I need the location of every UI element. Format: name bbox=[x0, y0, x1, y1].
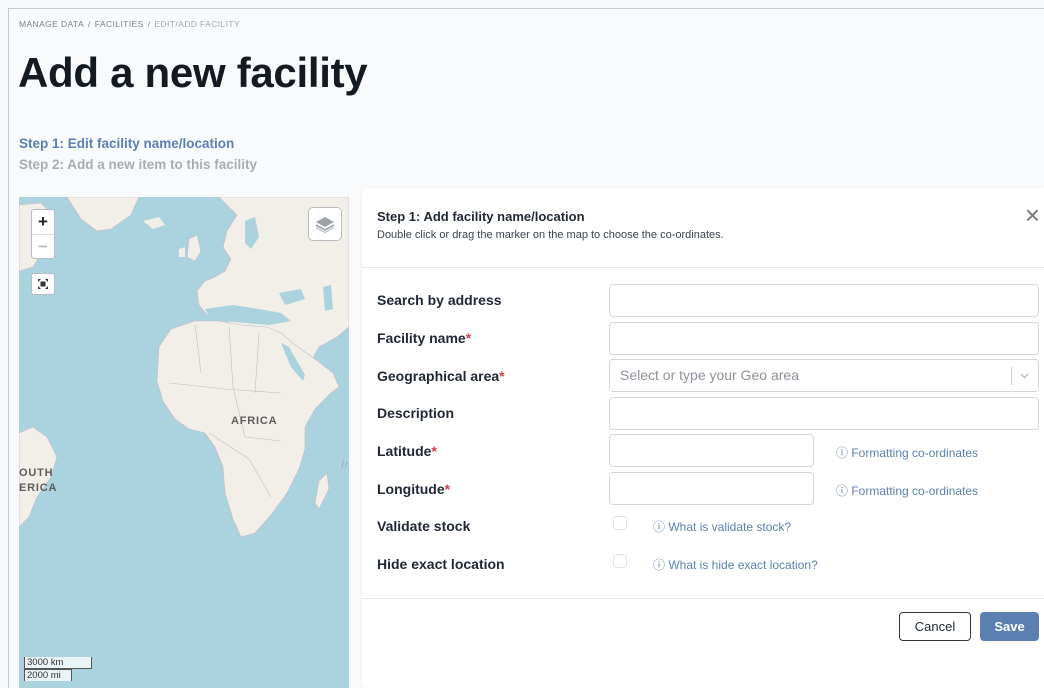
geo-area-label: Geographical area* bbox=[377, 368, 505, 384]
step-1-link[interactable]: Step 1: Edit facility name/location bbox=[19, 136, 234, 151]
longitude-label-text: Longitude bbox=[377, 481, 445, 497]
description-input[interactable] bbox=[609, 397, 1039, 430]
facility-map[interactable]: + − AFRICA OUTH ERICA In 3000 km 2000 mi bbox=[19, 197, 349, 688]
map-label-south-america-2: ERICA bbox=[19, 482, 58, 494]
breadcrumb-separator: / bbox=[147, 19, 151, 29]
validate-stock-checkbox[interactable] bbox=[613, 516, 627, 530]
breadcrumb-separator: / bbox=[88, 19, 91, 29]
panel-title: Step 1: Add facility name/location bbox=[377, 209, 585, 224]
zoom-out-button[interactable]: − bbox=[32, 234, 54, 258]
longitude-input[interactable] bbox=[609, 472, 814, 505]
facility-name-input[interactable] bbox=[609, 322, 1039, 355]
breadcrumb-current: EDIT/ADD FACILITY bbox=[154, 19, 241, 29]
scale-km: 3000 km bbox=[24, 657, 92, 669]
fullscreen-icon bbox=[38, 279, 48, 289]
page-title: Add a new facility bbox=[18, 49, 368, 96]
required-mark: * bbox=[465, 330, 472, 346]
breadcrumb-facilities[interactable]: FACILITIES bbox=[95, 19, 144, 29]
required-mark: * bbox=[431, 443, 437, 459]
search-address-label: Search by address bbox=[377, 292, 502, 308]
latitude-format-hint[interactable]: ⓘ Formatting co-ordinates bbox=[836, 444, 978, 461]
geo-area-select[interactable]: Select or type your Geo area bbox=[609, 359, 1039, 392]
search-address-input[interactable] bbox=[609, 284, 1039, 317]
map-label-south-america-1: OUTH bbox=[19, 467, 54, 479]
facility-name-label-text: Facility name bbox=[377, 330, 466, 346]
geo-area-label-text: Geographical area bbox=[377, 368, 500, 384]
chevron-down-icon[interactable] bbox=[1019, 370, 1030, 381]
select-separator bbox=[1011, 367, 1012, 385]
latitude-input[interactable] bbox=[609, 434, 814, 467]
close-icon[interactable]: × bbox=[1025, 202, 1040, 228]
breadcrumb: MANAGE DATA / FACILITIES / EDIT/ADD FACILITY bbox=[19, 19, 240, 29]
validate-stock-label: Validate stock bbox=[377, 518, 471, 534]
zoom-controls: + − bbox=[31, 209, 55, 259]
panel-header: Step 1: Add facility name/location Doubl… bbox=[362, 188, 1044, 268]
map-label-indian-ocean: In bbox=[341, 459, 349, 471]
hide-location-label: Hide exact location bbox=[377, 556, 505, 572]
map-label-africa: AFRICA bbox=[231, 415, 278, 427]
fit-bounds-button[interactable] bbox=[31, 273, 55, 295]
latitude-label: Latitude* bbox=[377, 443, 437, 459]
facility-form-panel: Step 1: Add facility name/location Doubl… bbox=[362, 188, 1044, 688]
hide-location-hint[interactable]: ⓘ What is hide exact location? bbox=[653, 556, 818, 573]
cancel-button[interactable]: Cancel bbox=[899, 612, 971, 641]
breadcrumb-manage-data[interactable]: MANAGE DATA bbox=[19, 19, 84, 29]
validate-stock-hint[interactable]: ⓘ What is validate stock? bbox=[653, 518, 791, 535]
layers-icon bbox=[315, 217, 335, 233]
layers-button[interactable] bbox=[308, 207, 342, 241]
required-mark: * bbox=[444, 481, 451, 497]
longitude-format-hint[interactable]: ⓘ Formatting co-ordinates bbox=[836, 482, 978, 499]
scale-mi: 2000 mi bbox=[24, 669, 72, 681]
map-tiles bbox=[19, 197, 349, 538]
panel-footer-divider bbox=[362, 598, 1044, 599]
longitude-label: Longitude* bbox=[377, 481, 450, 497]
description-label: Description bbox=[377, 405, 455, 421]
zoom-in-button[interactable]: + bbox=[32, 210, 54, 234]
required-mark: * bbox=[499, 368, 505, 384]
panel-subtitle: Double click or drag the marker on the m… bbox=[377, 229, 724, 241]
save-button[interactable]: Save bbox=[980, 612, 1039, 641]
step-2-link: Step 2: Add a new item to this facility bbox=[19, 157, 258, 172]
geo-area-placeholder: Select or type your Geo area bbox=[620, 367, 799, 383]
latitude-label-text: Latitude bbox=[377, 443, 432, 459]
hide-location-checkbox[interactable] bbox=[613, 554, 627, 568]
facility-name-label: Facility name* bbox=[377, 330, 471, 346]
